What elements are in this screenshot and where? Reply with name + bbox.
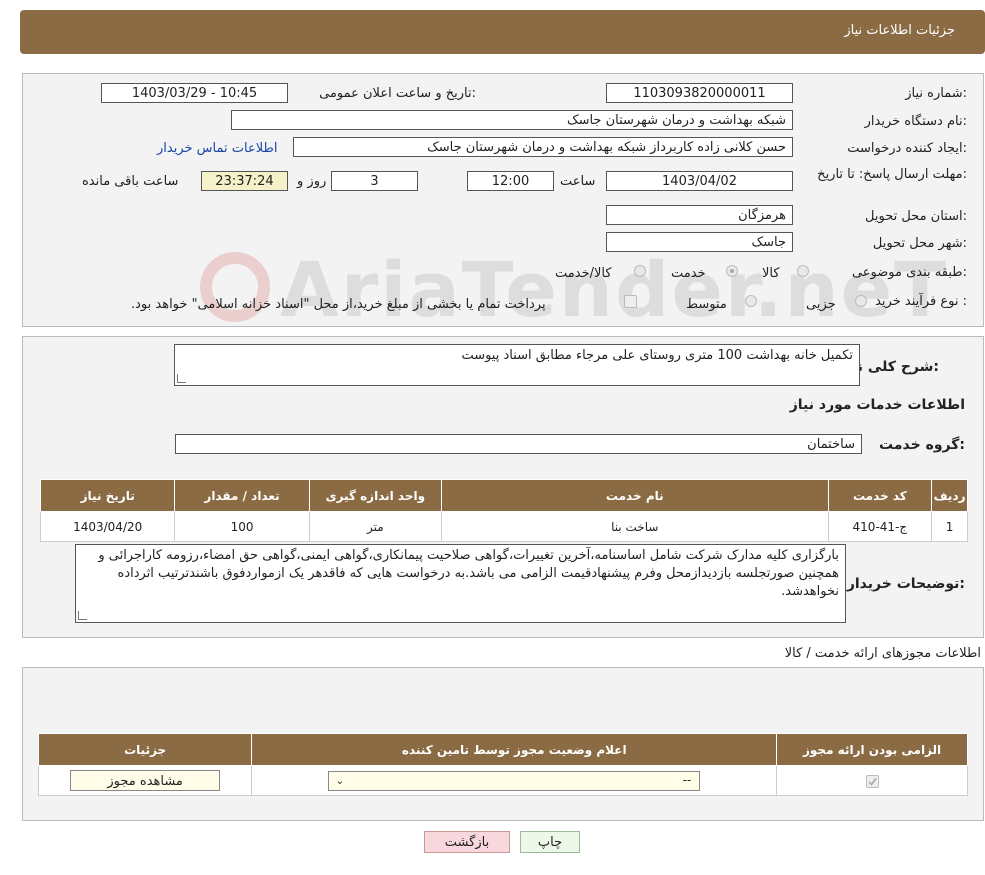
permit-status-cell: ⌄ -- xyxy=(251,765,778,796)
summary-text: تکمیل خانه بهداشت 100 متری روستای علی مر… xyxy=(461,348,853,363)
permits-table: الزامی بودن ارائه مجوز اعلام وضعیت مجوز … xyxy=(37,733,968,796)
deadline-time-label: ساعت xyxy=(560,174,596,189)
col-unit: واحد اندازه گیری xyxy=(308,479,442,512)
process-medium-label: متوسط xyxy=(686,297,727,312)
process-medium-radio[interactable] xyxy=(745,295,757,307)
service-table-header: ردیف کد خدمت نام خدمت واحد اندازه گیری ت… xyxy=(39,479,968,512)
buyer-notes-label: توضیحات خریدار: xyxy=(846,576,965,592)
col-service-name: نام خدمت xyxy=(440,479,829,512)
category-goods-radio[interactable] xyxy=(797,265,809,277)
col-permit-status: اعلام وضعیت مجوز توسط تامین کننده xyxy=(251,733,778,766)
view-permit-button[interactable]: مشاهده مجوز xyxy=(70,770,221,791)
cell-unit: متر xyxy=(308,511,442,542)
permit-required-cell xyxy=(776,765,968,796)
table-row: ⌄ -- مشاهده مجوز xyxy=(37,765,968,796)
category-goods-service-label: کالا/خدمت xyxy=(555,266,612,281)
requester-label: ایجاد کننده درخواست: xyxy=(847,141,967,156)
col-permit-details: جزئیات xyxy=(37,733,253,766)
treasury-checkbox[interactable] xyxy=(624,295,637,308)
cell-row: 1 xyxy=(931,511,968,542)
chevron-down-icon: ⌄ xyxy=(335,773,345,787)
service-group-field: ساختمان xyxy=(175,434,862,454)
permit-status-value: -- xyxy=(682,772,692,787)
permit-status-select[interactable]: ⌄ -- xyxy=(328,770,701,791)
contact-buyer-link[interactable]: اطلاعات تماس خریدار xyxy=(157,141,277,156)
process-note: پرداخت تمام یا بخشی از مبلغ خرید،از محل … xyxy=(131,297,546,312)
category-service-radio[interactable] xyxy=(726,265,738,277)
remaining-label: ساعت باقی مانده xyxy=(82,174,179,189)
process-label: نوع فرآیند خرید : xyxy=(875,294,967,309)
category-goods-service-radio[interactable] xyxy=(634,265,646,277)
announce-field: 1403/03/29 - 10:45 xyxy=(101,83,288,103)
back-button[interactable]: بازگشت xyxy=(424,831,510,853)
page-title: جزئیات اطلاعات نیاز xyxy=(844,23,955,38)
services-title: اطلاعات خدمات مورد نیاز xyxy=(789,397,965,413)
col-quantity: تعداد / مقدار xyxy=(174,479,310,512)
watermark: AriaTender.neT xyxy=(280,245,948,334)
deadline-time-field: 12:00 xyxy=(467,171,554,191)
cell-service-name: ساخت بنا xyxy=(440,511,829,542)
permit-details-cell: مشاهده مجوز xyxy=(37,765,253,796)
cell-quantity: 100 xyxy=(174,511,310,542)
requester-field: حسن کلانی زاده کاربرداز شبکه بهداشت و در… xyxy=(293,137,793,157)
days-field: 3 xyxy=(331,171,418,191)
table-row: 1 ج-41-410 ساخت بنا متر 100 1403/04/20 xyxy=(39,511,968,542)
process-minor-radio[interactable] xyxy=(855,295,867,307)
col-need-date: تاریخ نیاز xyxy=(39,479,176,512)
buyer-notes-textarea[interactable]: بارگزاری کلیه مدارک شرکت شامل اساسنامه،آ… xyxy=(75,544,846,623)
deadline-label: مهلت ارسال پاسخ: تا تاریخ: xyxy=(817,167,967,182)
page-header: جزئیات اطلاعات نیاز xyxy=(20,10,985,54)
buyer-org-label: نام دستگاه خریدار: xyxy=(864,114,967,129)
col-permit-required: الزامی بودن ارائه مجوز xyxy=(776,733,968,766)
category-goods-label: کالا xyxy=(762,266,780,281)
cell-need-date: 1403/04/20 xyxy=(39,511,176,542)
city-field: جاسک xyxy=(606,232,793,252)
need-number-label: شماره نیاز: xyxy=(905,86,967,101)
col-row: ردیف xyxy=(931,479,968,512)
service-group-label: گروه خدمت: xyxy=(879,437,965,453)
cell-service-code: ج-41-410 xyxy=(827,511,933,542)
print-button[interactable]: چاپ xyxy=(520,831,580,853)
col-service-code: کد خدمت xyxy=(827,479,933,512)
summary-textarea[interactable]: تکمیل خانه بهداشت 100 متری روستای علی مر… xyxy=(174,344,860,386)
remaining-time-field: 23:37:24 xyxy=(201,171,288,191)
resize-grip-icon xyxy=(177,374,186,383)
permit-required-checkbox xyxy=(865,774,879,788)
province-field: هرمزگان xyxy=(606,205,793,225)
service-table: ردیف کد خدمت نام خدمت واحد اندازه گیری ت… xyxy=(39,479,968,542)
province-label: استان محل تحویل: xyxy=(865,209,967,224)
announce-label: تاریخ و ساعت اعلان عمومی: xyxy=(319,86,476,101)
category-service-label: خدمت xyxy=(671,266,706,281)
resize-grip-icon xyxy=(78,611,87,620)
permits-title: اطلاعات مجوزهای ارائه خدمت / کالا xyxy=(784,646,981,661)
need-number-field: 1103093820000011 xyxy=(606,83,793,103)
buyer-org-field: شبکه بهداشت و درمان شهرستان جاسک xyxy=(231,110,793,130)
city-label: شهر محل تحویل: xyxy=(872,236,967,251)
deadline-date-field: 1403/04/02 xyxy=(606,171,793,191)
buyer-notes-text: بارگزاری کلیه مدارک شرکت شامل اساسنامه،آ… xyxy=(98,548,839,599)
category-label: طبقه بندی موضوعی: xyxy=(851,265,967,280)
permits-table-header: الزامی بودن ارائه مجوز اعلام وضعیت مجوز … xyxy=(37,733,968,766)
process-minor-label: جزیی xyxy=(806,297,836,312)
days-label: روز و xyxy=(297,174,327,189)
